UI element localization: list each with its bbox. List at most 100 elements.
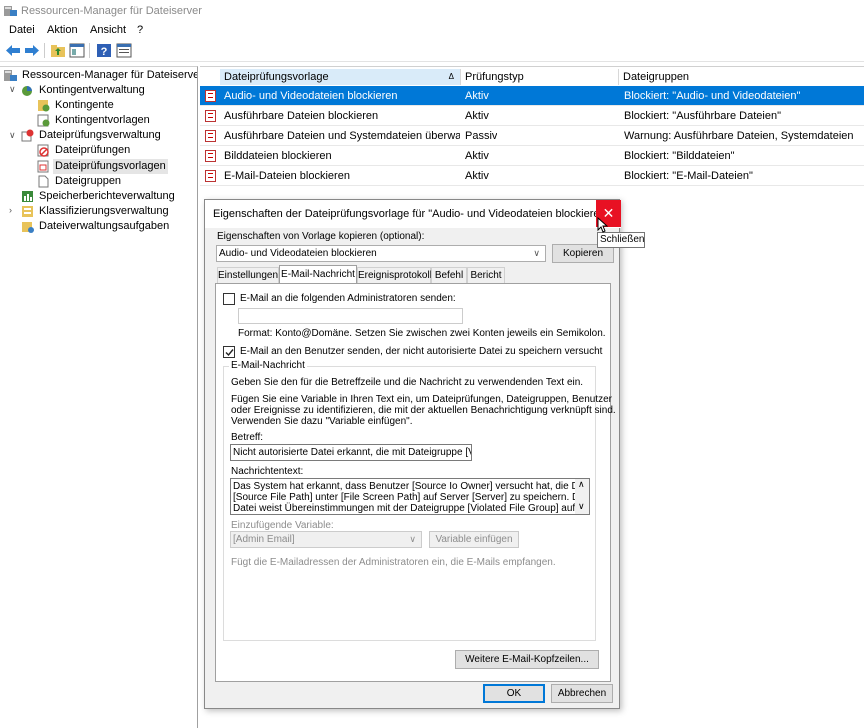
- help-icon[interactable]: ?: [96, 43, 112, 58]
- body-line: [Source File Path] unter [File Screen Pa…: [233, 492, 590, 503]
- storage-reports-icon: [22, 191, 33, 202]
- body-label: Nachrichtentext:: [231, 466, 304, 477]
- template-name: Ausführbare Dateien blockieren: [224, 110, 379, 122]
- tree-item-label: Kontingentvorlagen: [55, 114, 150, 126]
- tree-item-label: Dateiprüfungsvorlagen: [53, 159, 168, 174]
- variable-hint-line: oder Ereignisse zu identifizieren, die m…: [231, 405, 616, 416]
- tab-einstellungen[interactable]: Einstellungen: [217, 267, 279, 283]
- chevron-right-icon[interactable]: ›: [9, 205, 12, 215]
- scroll-up-icon[interactable]: ∧: [578, 479, 585, 490]
- table-row[interactable]: Audio- und Videodateien blockieren Aktiv…: [200, 86, 864, 106]
- tab-panel: E-Mail an die folgenden Administratoren …: [215, 283, 616, 682]
- table-row[interactable]: Bilddateien blockieren Aktiv Blockiert: …: [200, 146, 864, 166]
- tab-bericht[interactable]: Bericht: [467, 267, 505, 283]
- copy-from-template-label: Eigenschaften von Vorlage kopieren (opti…: [217, 231, 425, 242]
- column-header-label: Dateiprüfungsvorlage: [224, 71, 329, 83]
- file-screening-icon: [21, 129, 34, 142]
- tree-item-label: Klassifizierungsverwaltung: [39, 205, 169, 217]
- template-name: Audio- und Videodateien blockieren: [224, 90, 398, 102]
- file-screen-template-icon: [205, 90, 216, 102]
- quota-icon: [38, 100, 50, 112]
- column-header-label: Dateigruppen: [623, 71, 690, 83]
- tree-item-label: Dateiprüfungsverwaltung: [39, 129, 161, 141]
- file-server-icon: [4, 6, 17, 16]
- ok-button[interactable]: OK: [483, 684, 545, 703]
- file-group-icon: [38, 175, 49, 188]
- variable-hint-line: Fügen Sie eine Variable in Ihren Text ei…: [231, 394, 612, 405]
- tab-ereignisprotokoll[interactable]: Ereignisprotokoll: [357, 267, 432, 283]
- variable-value: [Admin Email]: [233, 534, 295, 545]
- chevron-down-icon[interactable]: ∨: [9, 130, 16, 141]
- menu-bar: Datei Aktion Ansicht ?: [0, 22, 864, 40]
- subject-field[interactable]: Nicht autorisierte Datei erkannt, die mi…: [230, 444, 472, 461]
- column-header-template[interactable]: Dateiprüfungsvorlage Δ: [220, 69, 461, 85]
- scroll-down-icon[interactable]: ∨: [578, 501, 585, 512]
- chevron-down-icon[interactable]: ∨: [9, 84, 16, 95]
- copy-template-value: Audio- und Videodateien blockieren: [219, 248, 377, 259]
- forward-arrow-icon[interactable]: [24, 43, 40, 58]
- user-email-label: E-Mail an den Benutzer senden, der nicht…: [240, 346, 603, 357]
- more-email-headers-button[interactable]: Weitere E-Mail-Kopfzeilen...: [455, 650, 599, 669]
- column-header-groups[interactable]: Dateigruppen: [619, 69, 864, 85]
- menu-ansicht[interactable]: Ansicht: [90, 24, 126, 36]
- file-screen-template-icon: [205, 130, 216, 142]
- toolbar: ?: [0, 40, 864, 62]
- insert-variable-button[interactable]: Variable einfügen: [429, 531, 519, 548]
- admin-email-field[interactable]: [238, 308, 463, 324]
- cancel-button[interactable]: Abbrechen: [551, 684, 613, 703]
- file-groups: Blockiert: "Bilddateien": [624, 150, 735, 162]
- toolbar-separator: [89, 43, 90, 58]
- show-hide-tree-icon[interactable]: [69, 43, 85, 58]
- file-groups: Blockiert: "E-Mail-Dateien": [624, 170, 753, 182]
- copy-template-select[interactable]: Audio- und Videodateien blockieren ∨: [216, 245, 546, 262]
- dialog-title-bar[interactable]: Eigenschaften der Dateiprüfungsvorlage f…: [205, 200, 621, 228]
- tree-item-label: Kontingente: [55, 99, 114, 111]
- table-row[interactable]: Ausführbare Dateien blockieren Aktiv Blo…: [200, 106, 864, 126]
- window-title: Ressourcen-Manager für Dateiserver: [21, 5, 202, 17]
- table-row[interactable]: E-Mail-Dateien blockieren Aktiv Blockier…: [200, 166, 864, 186]
- subject-value: Nicht autorisierte Datei erkannt, die mi…: [233, 447, 471, 458]
- email-message-group-title: E-Mail-Nachricht: [229, 360, 307, 371]
- message-body-textarea[interactable]: Das System hat erkannt, dass Benutzer [S…: [230, 478, 590, 515]
- template-name: E-Mail-Dateien blockieren: [224, 170, 350, 182]
- screen-type: Aktiv: [465, 170, 489, 182]
- tree-item-label: Dateigruppen: [55, 175, 122, 187]
- variable-select[interactable]: [Admin Email] ∨: [230, 531, 422, 548]
- variable-description: Fügt die E-Mailadressen der Administrato…: [231, 557, 556, 568]
- file-management-tasks-icon: [22, 222, 34, 233]
- menu-help[interactable]: ?: [137, 24, 143, 36]
- admin-email-label: E-Mail an die folgenden Administratoren …: [240, 293, 456, 304]
- template-name: Ausführbare Dateien und Systemdateien üb…: [224, 130, 460, 142]
- tree-item-label: Kontingentverwaltung: [39, 84, 145, 96]
- user-email-checkbox[interactable]: [223, 346, 235, 358]
- checkmark-icon: [225, 349, 234, 357]
- file-groups: Blockiert: "Ausführbare Dateien": [624, 110, 781, 122]
- chevron-down-icon: ∨: [533, 248, 540, 258]
- file-groups: Warnung: Ausführbare Dateien, Systemdate…: [624, 130, 854, 142]
- sort-ascending-icon: Δ: [448, 72, 454, 81]
- file-groups: Blockiert: "Audio- und Videodateien": [624, 90, 801, 102]
- file-screen-template-icon: [205, 170, 216, 182]
- admin-email-checkbox[interactable]: [223, 293, 235, 305]
- file-server-icon: [4, 70, 17, 81]
- subject-label: Betreff:: [231, 432, 264, 443]
- scrollbar[interactable]: ∧ ∨: [575, 479, 589, 514]
- table-row[interactable]: Ausführbare Dateien und Systemdateien üb…: [200, 126, 864, 146]
- file-screen-template-icon: [205, 110, 216, 122]
- screen-type: Aktiv: [465, 90, 489, 102]
- properties-icon[interactable]: [116, 43, 132, 58]
- tab-befehl[interactable]: Befehl: [431, 267, 467, 283]
- quota-template-icon: [37, 114, 50, 127]
- column-header-type[interactable]: Prüfungstyp: [461, 69, 619, 85]
- file-screen-icon: [37, 144, 49, 157]
- column-header-label: Prüfungstyp: [465, 71, 524, 83]
- file-screen-template-icon: [205, 150, 216, 162]
- menu-datei[interactable]: Datei: [9, 24, 35, 36]
- up-folder-icon[interactable]: [50, 43, 66, 58]
- tab-email-nachricht[interactable]: E-Mail-Nachricht: [279, 265, 357, 284]
- body-line: Datei weist Übereinstimmungen mit der Da…: [233, 503, 590, 514]
- menu-aktion[interactable]: Aktion: [47, 24, 78, 36]
- body-line: Das System hat erkannt, dass Benutzer [S…: [233, 481, 590, 492]
- back-arrow-icon[interactable]: [5, 43, 21, 58]
- chevron-down-icon: ∨: [409, 534, 416, 544]
